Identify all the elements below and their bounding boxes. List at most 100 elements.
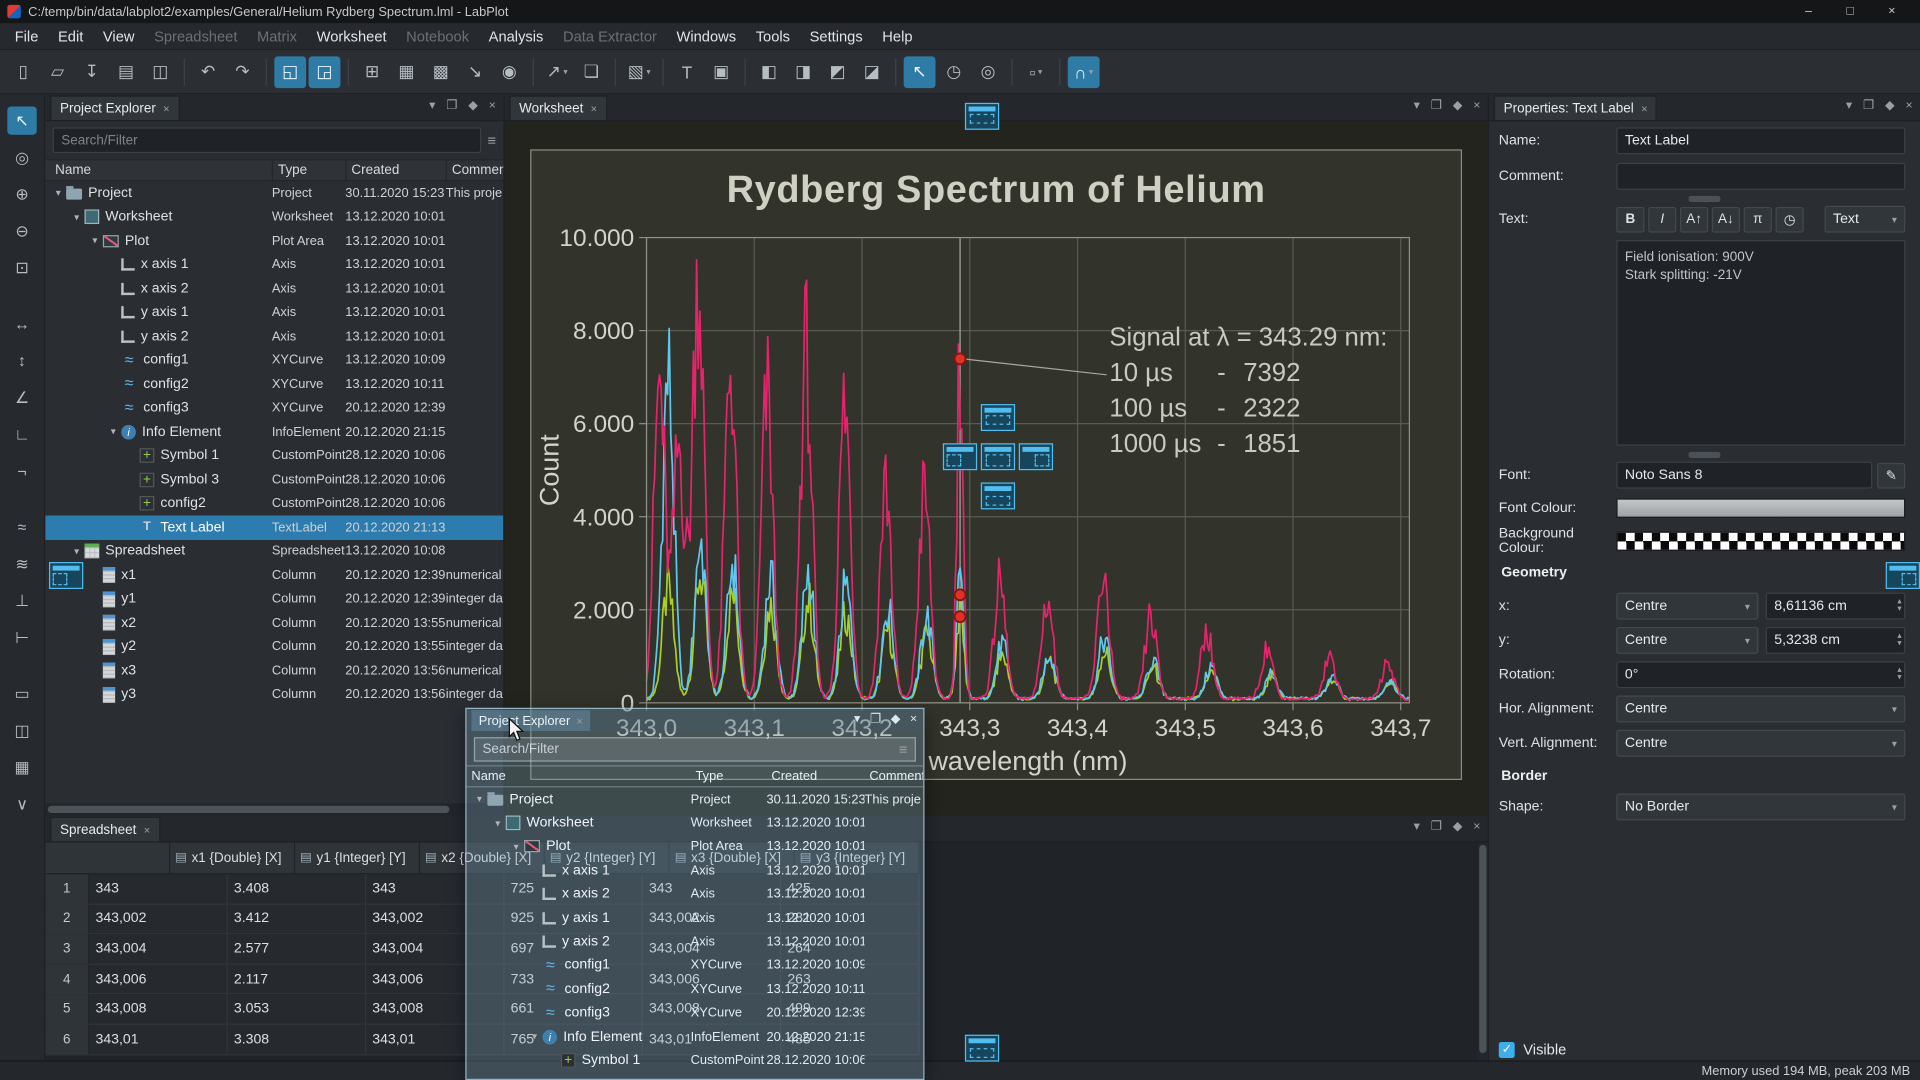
hor-alignment-combo[interactable]: Centre▾ xyxy=(1616,696,1905,723)
zoom-fit-tool-button[interactable]: ⊡ xyxy=(7,253,36,281)
curve-tool-button[interactable]: ≈ xyxy=(7,513,36,541)
dock-pin-icon[interactable]: ◆ xyxy=(1453,820,1462,833)
close-button[interactable]: × xyxy=(1871,0,1913,23)
visible-checkbox[interactable] xyxy=(1499,1041,1515,1057)
pan-horizontal-tool-button[interactable]: ↔ xyxy=(7,310,36,338)
redo-button[interactable]: ↷ xyxy=(227,56,259,88)
info-element-annotation[interactable]: Signal at λ = 343.29 nm: 10 µs-7392100 µ… xyxy=(1109,320,1387,462)
column-header-created[interactable]: Created xyxy=(345,160,445,180)
print-preview-button[interactable]: ◫ xyxy=(144,56,176,88)
menu-settings[interactable]: Settings xyxy=(800,23,873,49)
menu-windows[interactable]: Windows xyxy=(667,23,746,49)
dock-pin-icon[interactable]: ◆ xyxy=(1885,99,1894,112)
tree-row-y-axis-1[interactable]: y axis 1Axis13.12.2020 10:01 xyxy=(45,301,503,325)
text-mode-combo[interactable]: Text ▾ xyxy=(1824,206,1905,233)
expander-icon[interactable]: ▾ xyxy=(471,794,487,805)
vertical-layout-button[interactable]: ◧ xyxy=(753,56,785,88)
cell[interactable]: 3.412 xyxy=(228,904,366,933)
undo-button[interactable]: ↶ xyxy=(192,56,224,88)
rotation-spinbox[interactable]: 0° ▴▾ xyxy=(1616,661,1905,688)
magnet-mode-button[interactable]: ∩▾ xyxy=(1068,56,1100,88)
horizontal-scrollbar[interactable] xyxy=(45,803,503,815)
search-input[interactable] xyxy=(53,127,482,153)
tree-row-plot[interactable]: ▾PlotPlot Area13.12.2020 10:01 xyxy=(45,229,503,253)
column-header-type[interactable]: Type xyxy=(272,160,345,180)
tree-row-config2[interactable]: config2CustomPoint28.12.2020 10:06 xyxy=(45,492,503,516)
column-header-x1[interactable]: ▤x1 {Double} [X] xyxy=(170,842,295,873)
dock-menu-icon[interactable]: ▾ xyxy=(429,99,435,112)
dock-close-icon[interactable]: × xyxy=(489,99,496,112)
dock-float-icon[interactable]: ❐ xyxy=(870,713,881,726)
axis-tool-button[interactable]: ¬ xyxy=(7,457,36,485)
tree-row-symbol-3[interactable]: Symbol 3CustomPoint28.12.2020 10:06 xyxy=(45,468,503,492)
dragged-project-explorer-panel[interactable]: Project Explorer × ▾❐◆× Search/Filter ≡ … xyxy=(465,708,924,1080)
tree-row-y3[interactable]: y3Column20.12.2020 13:56integer da xyxy=(45,683,503,707)
row-header[interactable]: 3 xyxy=(45,935,89,964)
cell[interactable]: 343,002 xyxy=(89,904,227,933)
dock-float-icon[interactable]: ❐ xyxy=(446,99,457,112)
row-header[interactable]: 1 xyxy=(45,874,89,903)
tab-worksheet[interactable]: Worksheet × xyxy=(509,96,607,120)
baseline-tool-button[interactable]: ⊢ xyxy=(7,623,36,651)
spin-down-icon[interactable]: ▾ xyxy=(1897,640,1901,647)
zoom-in-tool-button[interactable]: ⊕ xyxy=(7,180,36,208)
tree-row-x3[interactable]: x3Column20.12.2020 13:56numerical xyxy=(45,659,503,683)
y-position-combo[interactable]: Centre▾ xyxy=(1616,627,1758,654)
minimize-button[interactable]: – xyxy=(1788,0,1830,23)
export-button[interactable]: ↗▾ xyxy=(541,56,573,88)
select-tool-button[interactable]: ↖ xyxy=(904,56,936,88)
new-matrix-button[interactable]: ▩ xyxy=(425,56,457,88)
dock-float-icon[interactable]: ❐ xyxy=(1863,99,1874,112)
import-data-button[interactable]: ↘ xyxy=(459,56,491,88)
expander-icon[interactable]: ▾ xyxy=(105,426,121,437)
x-position-combo[interactable]: Centre▾ xyxy=(1616,593,1758,620)
select-tool-button[interactable]: ↖ xyxy=(7,107,36,135)
font-colour-swatch[interactable] xyxy=(1616,498,1905,518)
cell[interactable]: 3.408 xyxy=(228,874,366,903)
close-icon[interactable]: × xyxy=(591,102,597,114)
expander-icon[interactable]: ▾ xyxy=(508,841,524,852)
tree-row-y1[interactable]: y1Column20.12.2020 12:39integer da xyxy=(45,587,503,611)
scrollbar-thumb[interactable] xyxy=(1479,845,1486,1053)
close-icon[interactable]: × xyxy=(144,823,150,835)
y-offset-spinbox[interactable]: 5,3238 cm ▴▾ xyxy=(1766,627,1906,654)
more-tools-button[interactable]: ∨ xyxy=(7,790,36,818)
curves-tool-button[interactable]: ≋ xyxy=(7,550,36,578)
cell[interactable]: 3.053 xyxy=(228,995,366,1024)
dock-close-icon[interactable]: × xyxy=(1905,99,1912,112)
bold-button[interactable]: B xyxy=(1616,206,1644,232)
filter-icon[interactable]: ≡ xyxy=(899,741,908,758)
tree-row-y-axis-2[interactable]: y axis 2Axis13.12.2020 10:01 xyxy=(45,324,503,348)
menu-notebook[interactable]: Notebook xyxy=(396,23,479,49)
font-size-down-button[interactable]: A↓ xyxy=(1712,206,1740,232)
menu-worksheet[interactable]: Worksheet xyxy=(307,23,397,49)
splitter-grip[interactable] xyxy=(1689,452,1721,458)
new-project-button[interactable]: ▯ xyxy=(7,56,39,88)
tree-row-spreadsheet[interactable]: ▾SpreadsheetSpreadsheet13.12.2020 10:08 xyxy=(45,539,503,563)
corner-header[interactable] xyxy=(45,842,170,873)
menu-spreadsheet[interactable]: Spreadsheet xyxy=(144,23,247,49)
dock-pin-icon[interactable]: ◆ xyxy=(468,99,477,112)
tree-row-config1[interactable]: config1XYCurve13.12.2020 10:09 xyxy=(467,954,924,978)
spinner-arrows[interactable]: ▴▾ xyxy=(1897,667,1901,682)
tab-spreadsheet[interactable]: Spreadsheet × xyxy=(50,817,160,841)
cell[interactable]: 2.117 xyxy=(228,965,366,994)
tree-row-x-axis-2[interactable]: x axis 2Axis13.12.2020 10:01 xyxy=(45,277,503,301)
name-field[interactable]: Text Label xyxy=(1616,127,1905,154)
zoom-out-tool-button[interactable]: ⊖ xyxy=(7,217,36,245)
tree-row-x-axis-1[interactable]: x axis 1Axis13.12.2020 10:01 xyxy=(45,253,503,277)
symbols-button[interactable]: π xyxy=(1744,206,1772,232)
dock-float-icon[interactable]: ❐ xyxy=(1431,820,1442,833)
tree-row-x-axis-2[interactable]: x axis 2Axis13.12.2020 10:01 xyxy=(467,882,924,906)
tree-row-x2[interactable]: x2Column20.12.2020 13:55numerical xyxy=(45,611,503,635)
text-editor[interactable]: Field ionisation: 900V Stark splitting: … xyxy=(1616,240,1905,446)
close-icon[interactable]: × xyxy=(1641,102,1647,114)
row-header[interactable]: 4 xyxy=(45,965,89,994)
close-icon[interactable]: × xyxy=(576,714,582,726)
row-header[interactable]: 2 xyxy=(45,904,89,933)
dock-menu-icon[interactable]: ▾ xyxy=(854,713,860,726)
menu-file[interactable]: File xyxy=(5,23,48,49)
x-offset-spinbox[interactable]: 8,61136 cm ▴▾ xyxy=(1766,593,1906,620)
fit-selection-button[interactable]: ◲ xyxy=(309,56,341,88)
menu-tools[interactable]: Tools xyxy=(746,23,800,49)
